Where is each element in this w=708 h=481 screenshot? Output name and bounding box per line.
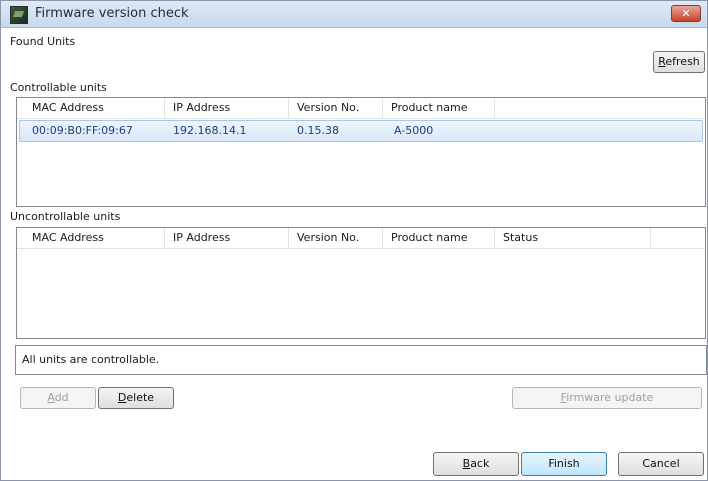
cell-version: 0.15.38 [297,124,339,137]
controllable-list-header: MAC Address IP Address Version No. Produ… [17,98,705,119]
cell-ip: 192.168.14.1 [173,124,247,137]
table-row[interactable]: 00:09:B0:FF:09:67 192.168.14.1 0.15.38 A… [19,120,703,142]
refresh-label: efresh [665,55,700,68]
add-label: dd [54,391,69,404]
back-button[interactable]: Back [433,452,519,476]
firmware-update-button[interactable]: Firmware update [512,387,702,409]
column-header-mac[interactable]: MAC Address [24,98,165,118]
controllable-units-list[interactable]: MAC Address IP Address Version No. Produ… [16,97,706,207]
firmware-version-check-window: Firmware version check ✕ Found Units Ref… [0,0,708,481]
column-header-version[interactable]: Version No. [289,228,383,248]
cell-mac: 00:09:B0:FF:09:67 [32,124,133,137]
uncontrollable-list-header: MAC Address IP Address Version No. Produ… [17,228,705,249]
refresh-button[interactable]: Refresh [653,51,705,73]
window-title: Firmware version check [35,6,189,21]
cell-product: A-5000 [394,124,434,137]
column-header-product[interactable]: Product name [383,228,495,248]
uncontrollable-units-label: Uncontrollable units [10,210,121,223]
add-button[interactable]: Add [20,387,96,409]
column-header-ip[interactable]: IP Address [165,228,289,248]
column-header-product[interactable]: Product name [383,98,495,118]
title-bar: Firmware version check ✕ [1,1,707,28]
add-mnemonic: A [47,391,55,404]
back-label: ack [470,457,490,470]
controllable-units-label: Controllable units [10,81,107,94]
uncontrollable-units-list[interactable]: MAC Address IP Address Version No. Produ… [16,227,706,339]
delete-label: elete [126,391,155,404]
delete-button[interactable]: Delete [98,387,174,409]
cancel-button[interactable]: Cancel [618,452,704,476]
close-button[interactable]: ✕ [671,5,701,22]
app-icon [10,6,28,24]
status-message-box: All units are controllable. [15,345,707,375]
found-units-label: Found Units [10,35,76,48]
column-header-status[interactable]: Status [495,228,651,248]
column-header-version[interactable]: Version No. [289,98,383,118]
column-header-ip[interactable]: IP Address [165,98,289,118]
column-header-mac[interactable]: MAC Address [24,228,165,248]
firmware-update-label: irmware update [566,391,654,404]
finish-button[interactable]: Finish [521,452,607,476]
status-message: All units are controllable. [22,353,160,366]
